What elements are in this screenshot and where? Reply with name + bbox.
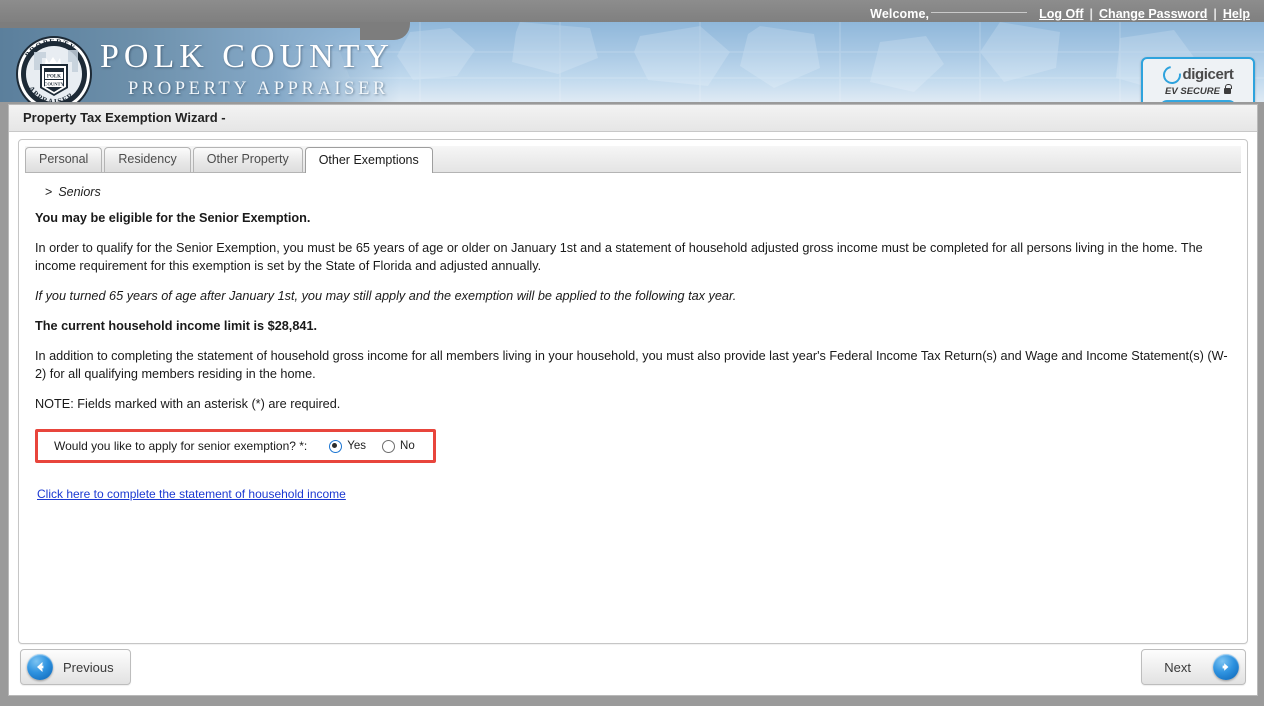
redacted-username (931, 12, 1028, 13)
digicert-brand: digicert (1182, 66, 1234, 83)
wizard-footer: Previous Next (18, 649, 1248, 689)
previous-button-label: Previous (63, 659, 114, 675)
income-limit-text: The current household income limit is $2… (35, 319, 318, 333)
required-fields-note: NOTE: Fields marked with an asterisk (*)… (35, 397, 341, 411)
content-frame: Property Tax Exemption Wizard - Personal… (8, 104, 1258, 696)
radio-yes[interactable] (329, 439, 343, 453)
svg-text:COUNTY: COUNTY (44, 82, 65, 87)
log-off-link[interactable]: Log Off (1033, 7, 1089, 21)
page-root: Welcome, Log Off | Change Password | Hel… (0, 0, 1264, 706)
change-password-link[interactable]: Change Password (1093, 7, 1213, 21)
qualification-paragraph: In order to qualify for the Senior Exemp… (35, 241, 1203, 273)
breadcrumb-label: Seniors (58, 185, 101, 199)
previous-button[interactable]: Previous (20, 649, 131, 685)
senior-exemption-question-box: Would you like to apply for senior exemp… (35, 429, 436, 463)
banner-title: POLK COUNTY (100, 38, 394, 75)
arrow-left-icon (27, 654, 53, 680)
digicert-badge[interactable]: digicert EV SECURE Click to Verify (1141, 57, 1255, 102)
lock-icon (1223, 84, 1232, 94)
breadcrumb: > Seniors (45, 185, 1231, 199)
tab-personal[interactable]: Personal (25, 147, 103, 172)
wizard-panel: Personal Residency Other Property Other … (18, 139, 1248, 644)
tab-other-exemptions[interactable]: Other Exemptions (304, 147, 433, 173)
turned-65-paragraph: If you turned 65 years of age after Janu… (35, 289, 737, 303)
page-title: Property Tax Exemption Wizard - (9, 105, 1257, 132)
wizard-tabs: Personal Residency Other Property Other … (25, 146, 1241, 173)
next-button-label: Next (1164, 659, 1191, 675)
senior-exemption-question-row: Would you like to apply for senior exemp… (54, 439, 415, 453)
tab-residency[interactable]: Residency (104, 147, 191, 172)
tab-other-property[interactable]: Other Property (192, 147, 303, 172)
tab-content: > Seniors You may be eligible for the Sen… (19, 173, 1247, 501)
digicert-logo: digicert (1158, 61, 1234, 88)
eligibility-heading: You may be eligible for the Senior Exemp… (35, 211, 311, 225)
digicert-verify-button[interactable]: Click to Verify (1160, 99, 1236, 102)
digicert-level-row: EV SECURE (1165, 84, 1232, 97)
household-income-link[interactable]: Click here to complete the statement of … (37, 487, 346, 501)
documents-paragraph: In addition to completing the statement … (35, 349, 1228, 381)
senior-exemption-label: Would you like to apply for senior exemp… (54, 439, 308, 453)
welcome-label: Welcome, (870, 7, 930, 21)
radio-no-label[interactable]: No (400, 440, 415, 452)
next-button[interactable]: Next (1141, 649, 1246, 685)
digicert-swirl-icon (1158, 61, 1185, 88)
arrow-right-icon (1213, 654, 1239, 680)
radio-no[interactable] (382, 439, 396, 453)
banner-subtitle: PROPERTY APPRAISER (128, 79, 389, 99)
svg-text:POLK: POLK (47, 75, 61, 80)
radio-yes-label[interactable]: Yes (347, 440, 366, 452)
banner-top-strip (0, 22, 390, 28)
help-link[interactable]: Help (1217, 7, 1256, 21)
banner-title-group: POLK COUNTY PROPERTY APPRAISER (100, 40, 394, 99)
site-banner: POLK COUNTY PROPERTY APPRAISER POLK COUN… (0, 22, 1264, 102)
polk-county-seal-logo: POLK COUNTY PROPERTY APPRAISER (16, 36, 92, 102)
digicert-level: EV SECURE (1165, 85, 1220, 97)
breadcrumb-marker: > (45, 185, 53, 199)
